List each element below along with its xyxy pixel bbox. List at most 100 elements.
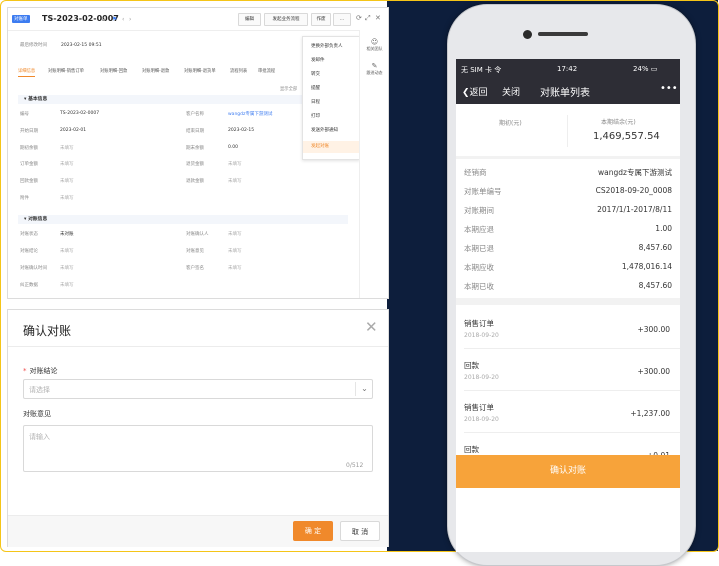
lock-icon: 🔒︎ (102, 16, 106, 23)
divider (567, 115, 568, 147)
menu-item-schedule[interactable]: 日程 (303, 97, 359, 109)
separator (456, 156, 680, 159)
dialog-footer: 确 定 取 消 (8, 515, 388, 547)
field-value: 0.00 (228, 145, 239, 150)
field-label: 纠正数据 (20, 283, 38, 288)
menu-item-transfer[interactable]: 转交 (303, 69, 359, 81)
detail-value: CS2018-09-20_0008 (595, 186, 672, 195)
battery: 24% ▭ (633, 65, 657, 73)
field-value: 未填写 (60, 162, 74, 167)
opening-balance-label: 期初(元) (499, 120, 522, 127)
tab-process-list[interactable]: 流程列表 (230, 68, 247, 74)
detail-value: 2017/1/1-2017/8/11 (597, 205, 672, 214)
cancel-button[interactable]: 取 消 (340, 521, 380, 541)
crm-header: 对账单 TS-2023-02-0007 🔒︎ ⚑ ‹ › 编辑 发起业务流程 作… (8, 8, 388, 31)
refresh-icon[interactable]: ⟳ (356, 14, 362, 22)
opinion-label: 对账意见 (23, 410, 51, 418)
tab-returns[interactable]: 对账明细-退货单 (184, 68, 216, 74)
conclusion-select[interactable]: 请选择 ⌄ (23, 379, 373, 399)
separator (456, 298, 680, 305)
people-icon: ☺ (370, 38, 379, 46)
detail-label: 本期应退 (464, 225, 494, 234)
last-modified: 最后修改时间 2023-02-15 09:51 (20, 43, 102, 48)
status-bar: 无 SIM 卡 令 17:42 24% ▭ (456, 59, 680, 79)
start-process-button[interactable]: 发起业务流程 (264, 13, 308, 26)
show-all-fields-link[interactable]: 显示全部 (280, 86, 297, 92)
edit-icon: ✎ (371, 62, 378, 70)
field-value: 未填写 (228, 232, 242, 237)
chevron-down-icon[interactable]: ⌄ (355, 382, 373, 396)
divider (464, 432, 680, 433)
field-value: 未填写 (228, 179, 242, 184)
void-button[interactable]: 作废 (311, 13, 331, 26)
tab-approval[interactable]: 审批流程 (258, 68, 275, 74)
detail-value: 8,457.60 (638, 281, 672, 290)
menu-item-change-owner[interactable]: 更换外部负责人 (303, 41, 359, 53)
ok-button[interactable]: 确 定 (293, 521, 333, 541)
tab-payments[interactable]: 对账明细-回款 (100, 68, 127, 74)
back-button[interactable]: ❮返回 (462, 85, 488, 98)
confirm-reconciliation-dialog: 确认对账 ✕ * 对账结论 请选择 ⌄ 对账意见 请输入 0/512 确 定 取 … (7, 309, 389, 547)
clock: 17:42 (557, 65, 578, 73)
customer-link[interactable]: wangdz专属下游测试 (228, 111, 272, 117)
field-label: 对账状态 (20, 232, 38, 237)
field-value: TS-2023-02-0007 (60, 111, 100, 116)
detail-value: wangdz专属下游测试 (598, 168, 672, 177)
char-counter: 0/512 (346, 462, 364, 469)
field-label: 结束日期 (186, 129, 204, 134)
dialog-title: 确认对账 (23, 324, 72, 338)
detail-label: 经销商 (464, 168, 487, 177)
follow-up-button[interactable]: ✎ 跟进动态 (360, 62, 388, 76)
tab-sales-orders[interactable]: 对账明细-销售订单 (48, 68, 84, 74)
menu-item-external-notify[interactable]: 发送外部通知 (303, 125, 359, 137)
field-value: 未填写 (60, 146, 74, 151)
section-basic-info[interactable]: ▾ 基本信息 (18, 95, 348, 104)
tag-icon[interactable]: ⚑ (112, 16, 117, 23)
object-type-badge: 对账单 (12, 15, 30, 23)
prev-arrow-icon[interactable]: ‹ (122, 16, 124, 23)
field-label: 编号 (20, 112, 29, 117)
opinion-textarea[interactable]: 请输入 0/512 (23, 425, 373, 472)
field-value: 未填写 (60, 196, 74, 201)
related-team-button[interactable]: ☺ 相关团队 (360, 38, 388, 52)
field-value: 未填写 (228, 162, 242, 167)
right-sidebar: ☺ 相关团队 ✎ 跟进动态 (359, 30, 388, 298)
menu-item-remind[interactable]: 提醒 (303, 83, 359, 95)
textarea-placeholder: 请输入 (29, 433, 50, 441)
field-value: 2023-02-15 (228, 128, 255, 133)
next-arrow-icon[interactable]: › (129, 16, 131, 23)
close-icon[interactable]: ✕ (365, 318, 378, 336)
select-placeholder: 请选择 (29, 386, 50, 394)
tab-details[interactable]: 详细信息 (18, 68, 36, 77)
field-value: 未对账 (60, 232, 74, 237)
field-label: 期末余额 (186, 146, 204, 151)
balance-summary: 期初(元) 本期结余(元) 1,469,557.54 (456, 104, 680, 156)
front-camera (523, 30, 532, 39)
close-icon[interactable]: ✕ (375, 14, 381, 22)
field-label: 附件 (20, 196, 29, 201)
tab-refunds[interactable]: 对账明细-退款 (142, 68, 169, 74)
edit-button[interactable]: 编辑 (238, 13, 261, 26)
confirm-reconciliation-button[interactable]: 确认对账 (456, 455, 680, 488)
close-button[interactable]: 关闭 (502, 85, 520, 98)
divider (8, 346, 388, 347)
transaction-date: 2018-09-20 (464, 374, 499, 381)
menu-item-send-email[interactable]: 发邮件 (303, 55, 359, 67)
field-label: 客户名称 (186, 112, 204, 117)
menu-item-print[interactable]: 打印 (303, 111, 359, 123)
field-value: 未填写 (228, 249, 242, 254)
more-button[interactable]: ... (333, 13, 351, 26)
more-icon[interactable]: ••• (660, 83, 678, 94)
chevron-left-icon: ❮ (462, 88, 470, 98)
transaction-name: 回款 (464, 361, 479, 370)
transaction-date: 2018-09-20 (464, 416, 499, 423)
detail-label: 对账期间 (464, 206, 494, 215)
expand-icon[interactable]: ⤢ (365, 14, 371, 23)
field-label: 退货金额 (186, 162, 204, 167)
field-label: 对账确认人 (186, 232, 209, 237)
crm-detail-window: 对账单 TS-2023-02-0007 🔒︎ ⚑ ‹ › 编辑 发起业务流程 作… (7, 7, 389, 299)
menu-item-start-reconciliation[interactable]: 发起对账 (303, 141, 359, 153)
divider (464, 348, 680, 349)
divider (464, 390, 680, 391)
section-reconciliation-info[interactable]: ▾ 对账信息 (18, 215, 348, 224)
